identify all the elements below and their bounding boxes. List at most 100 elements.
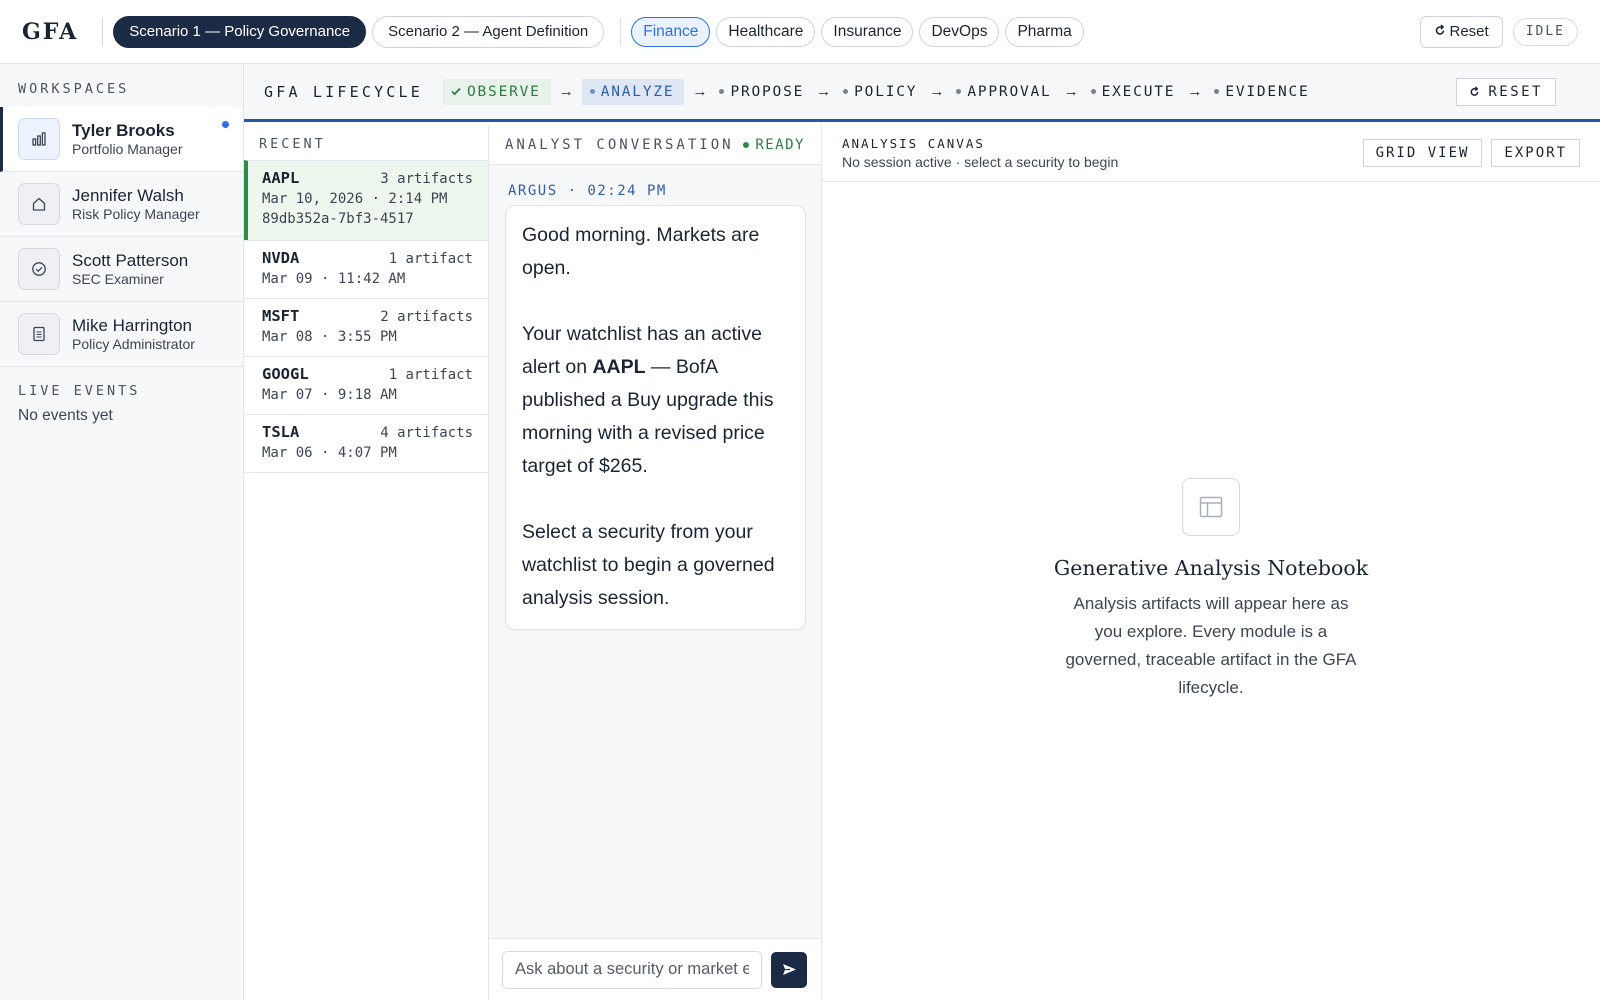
step-label: POLICY bbox=[854, 83, 918, 100]
check-icon bbox=[451, 87, 461, 96]
grid-view-button[interactable]: GRID VIEW bbox=[1362, 139, 1483, 167]
step-dot bbox=[1214, 89, 1220, 94]
lifecycle-step-policy[interactable]: POLICY bbox=[839, 79, 921, 105]
message-paragraph: Your watchlist has an active alert on AA… bbox=[522, 318, 789, 483]
workspace-item-tyler-brooks[interactable]: Tyler Brooks Portfolio Manager bbox=[0, 107, 243, 172]
recent-artifact-count: 2 artifacts bbox=[380, 309, 473, 325]
step-dot bbox=[719, 89, 725, 94]
workspace-name: Jennifer Walsh bbox=[72, 185, 184, 205]
recent-panel: RECENT AAPL 3 artifacts Mar 10, 2026 · 2… bbox=[244, 125, 489, 1000]
recent-date: Mar 06 · 4:07 PM bbox=[262, 445, 397, 461]
reset-icon bbox=[1469, 86, 1480, 97]
ready-status: READY bbox=[743, 137, 805, 153]
live-events-empty: No events yet bbox=[18, 407, 113, 424]
recent-item-aapl[interactable]: AAPL 3 artifacts Mar 10, 2026 · 2:14 PM … bbox=[244, 160, 488, 240]
step-dot bbox=[956, 89, 962, 94]
workspace-name: Scott Patterson bbox=[72, 250, 189, 270]
workspace-name: Mike Harrington bbox=[72, 315, 192, 335]
message-composer bbox=[489, 938, 821, 1000]
recent-artifact-count: 1 artifact bbox=[388, 367, 473, 383]
domain-finance-tab[interactable]: Finance bbox=[631, 16, 711, 47]
lifecycle-step-execute[interactable]: EXECUTE bbox=[1087, 79, 1180, 105]
message-meta: ARGUS · 02:24 PM bbox=[508, 183, 667, 199]
divider bbox=[620, 17, 622, 46]
recent-date: Mar 09 · 11:42 AM bbox=[262, 271, 406, 287]
workspace-role: Policy Administrator bbox=[72, 335, 195, 352]
home-icon bbox=[18, 183, 60, 225]
step-label: PROPOSE bbox=[730, 83, 805, 100]
lifecycle-step-evidence[interactable]: EVIDENCE bbox=[1210, 79, 1313, 105]
app-logo: GFA bbox=[22, 18, 79, 45]
lifecycle-reset-label: RESET bbox=[1488, 83, 1543, 100]
lifecycle-step-propose[interactable]: PROPOSE bbox=[715, 79, 808, 105]
arrow-right-icon: → bbox=[692, 83, 708, 100]
bar-chart-icon bbox=[18, 118, 60, 160]
lifecycle-step-observe[interactable]: OBSERVE bbox=[443, 78, 551, 105]
workspace-item-jennifer-walsh[interactable]: Jennifer Walsh Risk Policy Manager bbox=[0, 172, 243, 237]
step-label: EVIDENCE bbox=[1225, 83, 1310, 100]
unread-indicator bbox=[222, 121, 229, 128]
arrow-right-icon: → bbox=[1063, 83, 1079, 100]
arrow-right-icon: → bbox=[1187, 83, 1203, 100]
recent-ticker: GOOGL bbox=[262, 365, 309, 383]
domain-healthcare-tab[interactable]: Healthcare bbox=[716, 16, 816, 47]
status-badge: IDLE bbox=[1512, 17, 1578, 46]
sidebar: WORKSPACES Tyler Brooks Portfolio Manage… bbox=[0, 64, 244, 1000]
workspaces-title: WORKSPACES bbox=[18, 81, 130, 97]
recent-artifact-count: 4 artifacts bbox=[380, 425, 473, 441]
export-button[interactable]: EXPORT bbox=[1491, 139, 1580, 167]
divider bbox=[102, 17, 104, 46]
top-bar: GFA Scenario 1 — Policy Governance Scena… bbox=[0, 0, 1600, 64]
workspace-item-mike-harrington[interactable]: Mike Harrington Policy Administrator bbox=[0, 302, 243, 367]
check-circle-icon bbox=[18, 248, 60, 290]
workspace-name: Tyler Brooks bbox=[72, 120, 175, 140]
reset-icon bbox=[1434, 23, 1446, 40]
send-button[interactable] bbox=[771, 951, 807, 988]
live-events-title: LIVE EVENTS bbox=[18, 383, 141, 399]
step-label: ANALYZE bbox=[600, 83, 675, 100]
chat-input[interactable] bbox=[502, 950, 762, 989]
conversation-header: ANALYST CONVERSATION READY bbox=[489, 125, 821, 165]
conversation-title: ANALYST CONVERSATION bbox=[505, 136, 734, 153]
recent-date: Mar 08 · 3:55 PM bbox=[262, 329, 397, 345]
recent-title: RECENT bbox=[259, 136, 326, 152]
document-icon bbox=[18, 313, 60, 355]
step-dot bbox=[1090, 89, 1096, 94]
lifecycle-step-approval[interactable]: APPROVAL bbox=[952, 79, 1055, 105]
lifecycle-step-analyze[interactable]: ANALYZE bbox=[581, 78, 685, 105]
reset-button[interactable]: Reset bbox=[1419, 15, 1503, 48]
arrow-right-icon: → bbox=[558, 83, 574, 100]
recent-ticker: TSLA bbox=[262, 423, 300, 441]
step-label: EXECUTE bbox=[1101, 83, 1176, 100]
domain-devops-tab[interactable]: DevOps bbox=[919, 16, 1000, 47]
empty-state-title: Generative Analysis Notebook bbox=[1053, 556, 1369, 580]
status-dot-icon bbox=[743, 141, 750, 148]
recent-ticker: NVDA bbox=[262, 249, 300, 267]
step-label: APPROVAL bbox=[967, 83, 1052, 100]
send-icon bbox=[782, 963, 797, 976]
scenario-2-tab[interactable]: Scenario 2 — Agent Definition bbox=[372, 15, 605, 48]
step-label: OBSERVE bbox=[467, 83, 541, 100]
arrow-right-icon: → bbox=[816, 83, 832, 100]
empty-state-text: Analysis artifacts will appear here as y… bbox=[1065, 594, 1357, 697]
recent-ticker: MSFT bbox=[262, 307, 300, 325]
assistant-message: Good morning. Markets are open. Your wat… bbox=[505, 205, 806, 630]
message-ticker: AAPL bbox=[592, 356, 646, 378]
scenario-1-tab[interactable]: Scenario 1 — Policy Governance bbox=[113, 15, 367, 48]
lifecycle-reset-button[interactable]: RESET bbox=[1456, 77, 1556, 106]
canvas-header: ANALYSIS CANVAS No session active · sele… bbox=[822, 125, 1600, 182]
divider bbox=[244, 472, 488, 473]
recent-item-tsla[interactable]: TSLA 4 artifacts Mar 06 · 4:07 PM bbox=[244, 414, 488, 472]
workspace-role: SEC Examiner bbox=[72, 270, 164, 287]
domain-pharma-tab[interactable]: Pharma bbox=[1005, 16, 1084, 47]
recent-item-googl[interactable]: GOOGL 1 artifact Mar 07 · 9:18 AM bbox=[244, 356, 488, 414]
domain-insurance-tab[interactable]: Insurance bbox=[821, 16, 914, 47]
workspace-item-scott-patterson[interactable]: Scott Patterson SEC Examiner bbox=[0, 237, 243, 302]
canvas-empty-state: Generative Analysis Notebook Analysis ar… bbox=[822, 478, 1600, 702]
recent-item-msft[interactable]: MSFT 2 artifacts Mar 08 · 3:55 PM bbox=[244, 298, 488, 356]
lifecycle-label: GFA LIFECYCLE bbox=[264, 82, 423, 101]
message-paragraph: Good morning. Markets are open. bbox=[522, 224, 760, 279]
recent-item-nvda[interactable]: NVDA 1 artifact Mar 09 · 11:42 AM bbox=[244, 240, 488, 298]
ready-label: READY bbox=[755, 136, 805, 153]
analysis-canvas: ANALYSIS CANVAS No session active · sele… bbox=[822, 125, 1600, 1000]
